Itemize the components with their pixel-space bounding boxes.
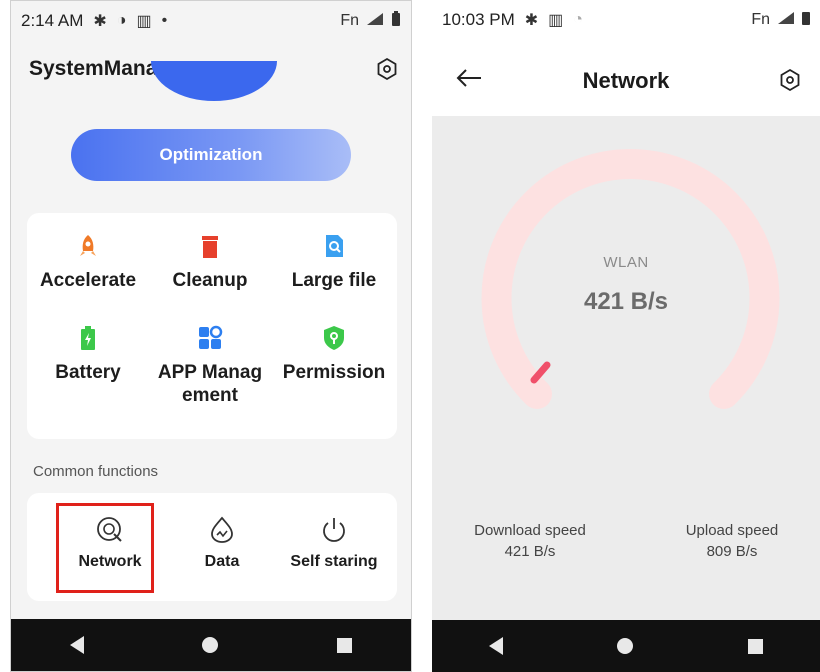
common-functions-label: Common functions	[33, 463, 159, 480]
network-header: 10:03 PM ✱ ▥ ◔ Fn Network	[432, 0, 820, 116]
back-nav-icon[interactable]	[489, 637, 504, 655]
tile-label: Permission	[282, 362, 386, 383]
home-nav-icon[interactable]	[202, 637, 219, 653]
tile-app-management[interactable]: APP Manag ement	[145, 325, 275, 407]
navigation-bar	[11, 619, 411, 671]
status-time: 10:03 PM	[442, 10, 515, 29]
wifi-status-icon: ◔	[573, 11, 583, 28]
tile-label: Large file	[291, 270, 377, 291]
tile-permission[interactable]: Permission	[269, 325, 399, 384]
back-nav-icon[interactable]	[70, 636, 85, 654]
gauge-speed-value: 421 B/s	[583, 288, 669, 315]
rocket-icon	[75, 233, 101, 259]
battery-icon	[75, 325, 101, 351]
settings-status-icon: ✱	[524, 12, 539, 29]
shield-icon	[321, 325, 347, 351]
download-speed-stat: Download speed 421 B/s	[460, 520, 600, 562]
tile-cleanup[interactable]: Cleanup	[145, 233, 275, 292]
power-icon	[279, 515, 389, 545]
upload-speed-value: 809 B/s	[706, 543, 758, 560]
home-nav-icon[interactable]	[617, 638, 634, 654]
tools-card: Accelerate Cleanup Large file Battery AP…	[27, 213, 397, 439]
settings-hex-icon[interactable]	[778, 68, 802, 92]
optimization-button[interactable]: Optimization	[71, 129, 351, 181]
download-speed-label: Download speed	[474, 522, 586, 539]
apps-icon	[197, 325, 223, 351]
trash-icon	[197, 233, 223, 259]
function-label: Data	[204, 553, 240, 570]
tile-battery[interactable]: Battery	[23, 325, 153, 384]
tile-label: Battery	[55, 362, 121, 383]
tile-label: Accelerate	[39, 270, 137, 291]
system-manager-screen: 2:14 AM ✱ ◑ ▥ • Fn SystemManager Optimiz…	[10, 0, 412, 672]
settings-status-icon: ✱	[93, 13, 107, 30]
speed-gauge	[432, 130, 820, 430]
signal-icon	[365, 11, 385, 32]
tile-label: Cleanup	[172, 270, 248, 291]
signal-icon	[776, 10, 796, 31]
network-highlight-box	[56, 503, 154, 593]
upload-speed-stat: Upload speed 809 B/s	[662, 520, 802, 562]
score-gauge-arc	[151, 61, 277, 101]
status-time: 2:14 AM	[21, 11, 84, 30]
fn-indicator: Fn	[751, 11, 770, 28]
page-title: Network	[582, 68, 670, 93]
network-screen: 10:03 PM ✱ ▥ ◔ Fn Network WLAN 421 B/s D…	[432, 0, 820, 672]
tile-label: APP Manag ement	[157, 362, 263, 406]
tile-large-file[interactable]: Large file	[269, 233, 399, 292]
dot-status-icon: •	[161, 12, 168, 29]
fn-indicator: Fn	[340, 12, 359, 29]
recents-nav-icon[interactable]	[747, 638, 763, 654]
navigation-bar	[432, 620, 820, 672]
file-search-icon	[321, 233, 347, 259]
upload-speed-label: Upload speed	[685, 522, 779, 539]
barcode-status-icon: ▥	[136, 13, 152, 30]
function-data[interactable]: Data	[167, 515, 277, 571]
data-icon	[167, 515, 277, 545]
pie-status-icon: ◑	[116, 12, 127, 29]
gauge-track	[481, 149, 780, 409]
tile-accelerate[interactable]: Accelerate	[23, 233, 153, 292]
status-bar: 2:14 AM ✱ ◑ ▥ • Fn	[11, 1, 411, 41]
status-bar: 10:03 PM ✱ ▥ ◔ Fn	[432, 0, 820, 40]
function-label: Self staring	[290, 553, 378, 570]
function-self-starting[interactable]: Self staring	[279, 515, 389, 571]
recents-nav-icon[interactable]	[336, 637, 352, 653]
gauge-needle	[530, 361, 551, 384]
download-speed-value: 421 B/s	[504, 543, 556, 560]
battery-status-icon	[802, 10, 810, 31]
gauge-network-label: WLAN	[603, 254, 649, 271]
battery-status-icon	[391, 10, 401, 32]
settings-hex-icon[interactable]	[375, 57, 399, 81]
barcode-status-icon: ▥	[548, 12, 564, 29]
